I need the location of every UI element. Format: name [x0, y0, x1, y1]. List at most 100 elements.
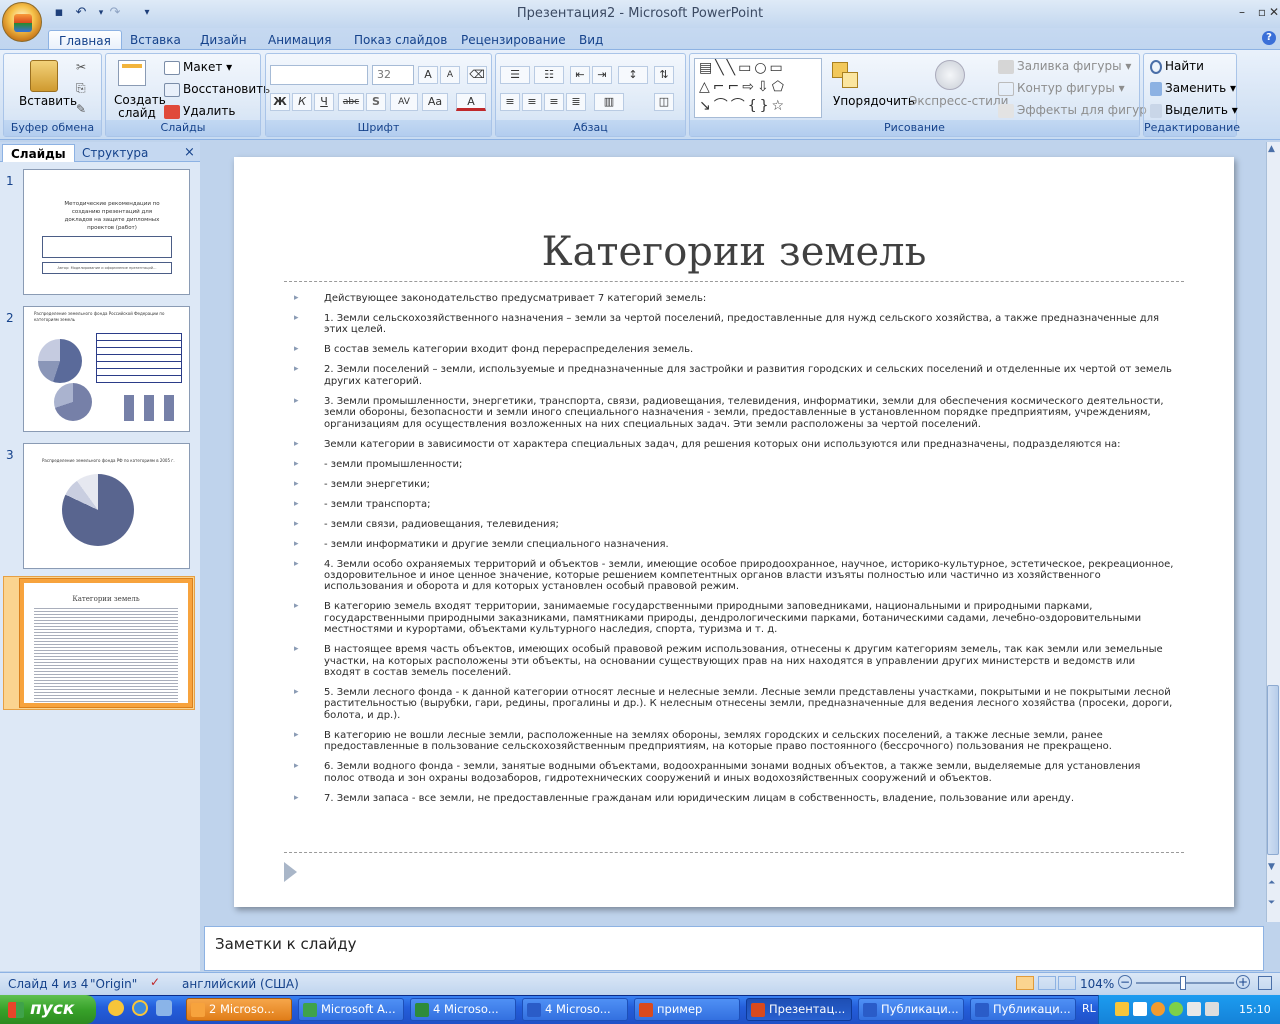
zoom-slider-handle[interactable]	[1180, 976, 1186, 990]
scroll-down-icon[interactable]: ▼	[1268, 862, 1275, 872]
office-button[interactable]	[2, 2, 42, 42]
zoom-out-icon[interactable]: −	[1118, 975, 1132, 989]
char-spacing-button[interactable]: AV	[390, 93, 418, 111]
tray-icon[interactable]	[1169, 1002, 1183, 1016]
taskbar-item-active[interactable]: Презентац...	[746, 998, 852, 1021]
normal-view-icon[interactable]	[1016, 976, 1034, 990]
tab-home[interactable]: Главная	[48, 30, 122, 50]
copy-icon[interactable]: ⎘	[76, 81, 86, 96]
slide-canvas[interactable]: Категории земель Действующее законодател…	[234, 157, 1234, 907]
taskbar-item[interactable]: Публикаци...	[858, 998, 964, 1021]
numbering-icon[interactable]: ☷	[534, 66, 564, 84]
paste-button[interactable]: Вставить	[19, 94, 77, 108]
align-right-icon[interactable]: ≡	[544, 93, 564, 111]
select-button[interactable]: Выделить ▾	[1150, 103, 1238, 118]
italic-button[interactable]: К	[292, 93, 312, 111]
minimize-button[interactable]: –	[1232, 5, 1252, 21]
underline-button[interactable]: Ч	[314, 93, 334, 111]
clear-formatting-icon[interactable]: ⌫	[467, 66, 487, 84]
shadow-button[interactable]: S	[366, 93, 386, 111]
tab-outline[interactable]: Структура	[74, 144, 156, 162]
slide-thumbnail-1[interactable]: Методические рекомендации по созданию пр…	[23, 169, 190, 295]
align-left-icon[interactable]: ≡	[500, 93, 520, 111]
tab-view[interactable]: Вид	[569, 30, 613, 50]
columns-icon[interactable]: ▥	[594, 93, 624, 111]
start-button[interactable]: пуск	[0, 995, 96, 1024]
font-name-combo[interactable]	[270, 65, 368, 85]
scroll-up-icon[interactable]: ▲	[1268, 144, 1275, 154]
spellcheck-icon[interactable]: ✓	[150, 975, 160, 989]
bullets-icon[interactable]: ☰	[500, 66, 530, 84]
font-color-button[interactable]: A	[456, 93, 486, 111]
ie-icon[interactable]	[132, 1000, 148, 1016]
help-icon[interactable]: ?	[1262, 31, 1276, 45]
layout-button[interactable]: Макет ▾	[164, 60, 232, 75]
slide-thumbnail-2[interactable]: Распределение земельного фонда Российско…	[23, 306, 190, 432]
format-painter-icon[interactable]: ✎	[76, 102, 86, 116]
font-size-combo[interactable]: 32	[372, 65, 414, 85]
slide-sorter-icon[interactable]	[1038, 976, 1056, 990]
prev-slide-icon[interactable]: ⏶	[1268, 878, 1275, 888]
slide-thumbnail-4[interactable]: Категории земель	[19, 578, 193, 708]
tab-animation[interactable]: Анимация	[258, 30, 341, 50]
tab-insert[interactable]: Вставка	[120, 30, 191, 50]
shrink-font-icon[interactable]: A	[440, 66, 460, 84]
find-button[interactable]: Найти	[1150, 59, 1204, 74]
slide-body[interactable]: Действующее законодательство предусматри…	[294, 293, 1174, 813]
taskbar-item[interactable]: 4 Microso...	[410, 998, 516, 1021]
language-bar[interactable]: RL	[1082, 1002, 1096, 1015]
zoom-in-icon[interactable]: +	[1236, 975, 1250, 989]
change-case-button[interactable]: Aa	[422, 93, 448, 111]
tab-slides[interactable]: Слайды	[2, 144, 75, 162]
shapes-gallery[interactable]: ▤╲╲▭○▭ △⌐⌐⇨⇩⬠ ↘⌒⌒{}☆	[694, 58, 822, 118]
show-desktop-icon[interactable]	[156, 1000, 172, 1016]
tab-slideshow[interactable]: Показ слайдов	[344, 30, 457, 50]
delete-icon	[164, 104, 180, 119]
delete-slide-button[interactable]: Удалить	[164, 104, 236, 119]
shape-fill-button[interactable]: Заливка фигуры ▾	[998, 59, 1131, 74]
fit-to-window-icon[interactable]	[1258, 976, 1272, 990]
quick-styles-button[interactable]: Экспресс-стили	[909, 94, 1008, 108]
strikethrough-button[interactable]: abc	[338, 93, 364, 111]
scrollbar-thumb[interactable]	[1267, 685, 1279, 855]
slideshow-icon[interactable]	[1058, 976, 1076, 990]
slide-thumbnail-3[interactable]: Распределение земельного фонда РФ по кат…	[23, 443, 190, 569]
cut-icon[interactable]: ✂	[76, 60, 86, 74]
taskbar-item[interactable]: 4 Microso...	[522, 998, 628, 1021]
language-indicator[interactable]: английский (США)	[182, 977, 299, 991]
taskbar-item[interactable]: Microsoft A...	[298, 998, 404, 1021]
tray-icon[interactable]	[1187, 1002, 1201, 1016]
decrease-indent-icon[interactable]: ⇤	[570, 66, 590, 84]
slide-title[interactable]: Категории земель	[234, 229, 1234, 275]
reset-button[interactable]: Восстановить	[164, 82, 270, 97]
justify-icon[interactable]: ≣	[566, 93, 586, 111]
tab-design[interactable]: Дизайн	[190, 30, 257, 50]
smartart-icon[interactable]: ◫	[654, 93, 674, 111]
taskbar-item[interactable]: 2 Microso...	[186, 998, 292, 1021]
shape-outline-button[interactable]: Контур фигуры ▾	[998, 81, 1125, 96]
new-slide-button[interactable]: Создать слайд	[114, 94, 166, 120]
tray-icon[interactable]	[1151, 1002, 1165, 1016]
mail-icon[interactable]	[1133, 1002, 1147, 1016]
next-slide-icon[interactable]: ⏷	[1268, 898, 1275, 908]
shape-effects-button[interactable]: Эффекты для фигур ▾	[998, 103, 1157, 118]
grow-font-icon[interactable]: A	[418, 66, 438, 84]
close-window-button[interactable]: ✕	[1264, 5, 1280, 21]
quicklaunch-icon[interactable]	[108, 1000, 124, 1016]
volume-icon[interactable]	[1205, 1002, 1219, 1016]
tab-review[interactable]: Рецензирование	[451, 30, 576, 50]
notes-pane[interactable]: Заметки к слайду	[204, 926, 1264, 971]
close-pane-icon[interactable]: ×	[184, 145, 195, 160]
text-direction-icon[interactable]: ⇅	[654, 66, 674, 84]
taskbar-item[interactable]: пример	[634, 998, 740, 1021]
task-label: пример	[657, 1002, 703, 1016]
arrange-button[interactable]: Упорядочить	[833, 94, 915, 108]
align-center-icon[interactable]: ≡	[522, 93, 542, 111]
tray-icon[interactable]	[1115, 1002, 1129, 1016]
line-spacing-icon[interactable]: ↕	[618, 66, 648, 84]
increase-indent-icon[interactable]: ⇥	[592, 66, 612, 84]
replace-button[interactable]: Заменить ▾	[1150, 81, 1236, 96]
zoom-level[interactable]: 104%	[1080, 977, 1114, 991]
bold-button[interactable]: Ж	[270, 93, 290, 111]
taskbar-item[interactable]: Публикаци...	[970, 998, 1076, 1021]
